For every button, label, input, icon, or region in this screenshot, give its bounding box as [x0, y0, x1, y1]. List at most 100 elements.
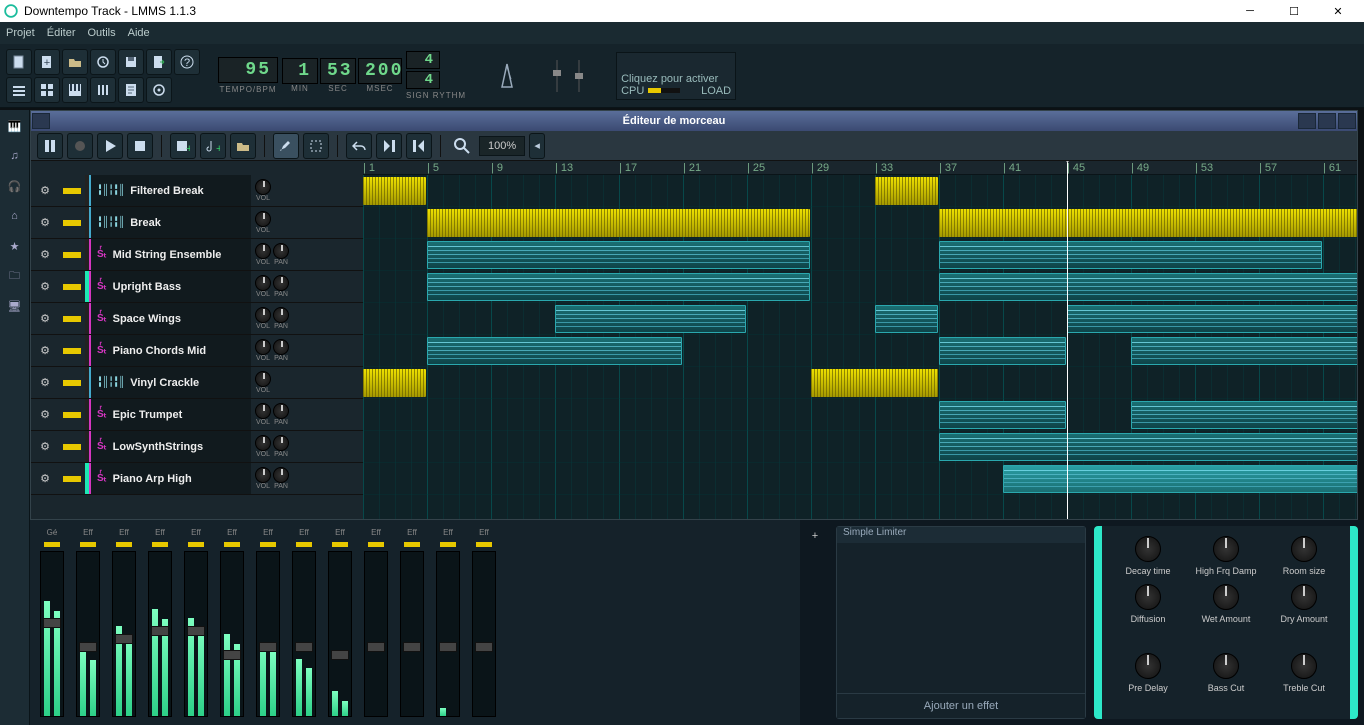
- audio-clip[interactable]: [363, 369, 426, 397]
- record-button[interactable]: [67, 133, 93, 159]
- channel-mute-button[interactable]: [80, 542, 96, 547]
- channel-mute-button[interactable]: [44, 542, 60, 547]
- audio-clip[interactable]: [811, 369, 938, 397]
- controller-rack-button[interactable]: [146, 77, 172, 103]
- mixer-channel[interactable]: Eff: [178, 528, 214, 717]
- volume-knob[interactable]: [255, 403, 271, 419]
- song-editor-close-button[interactable]: [1338, 113, 1356, 129]
- track-settings-button[interactable]: ⚙: [31, 472, 59, 485]
- reverb-knob[interactable]: [1213, 584, 1239, 610]
- track-name-cell[interactable]: ╏║╎╏║Filtered Break: [89, 175, 251, 206]
- channel-fader[interactable]: [472, 551, 496, 717]
- project-notes-button[interactable]: [118, 77, 144, 103]
- zoom-level[interactable]: 100%: [479, 136, 525, 156]
- piano-roll-button[interactable]: [62, 77, 88, 103]
- sidebar-samples-icon[interactable]: ♫: [5, 146, 25, 166]
- add-channel-button[interactable]: +: [812, 530, 818, 542]
- timeline-area[interactable]: | 1| 5| 9| 13| 17| 21| 25| 29| 33| 37| 4…: [363, 161, 1357, 519]
- track-settings-button[interactable]: ⚙: [31, 312, 59, 325]
- volume-knob[interactable]: [255, 275, 271, 291]
- track-settings-button[interactable]: ⚙: [31, 216, 59, 229]
- track-name-cell[interactable]: ╏║╎╏║Break: [89, 207, 251, 238]
- track-mute-button[interactable]: [63, 380, 81, 386]
- midi-clip[interactable]: [427, 337, 682, 365]
- channel-fader[interactable]: [256, 551, 280, 717]
- song-editor-min-button[interactable]: [1298, 113, 1316, 129]
- visualization-panel[interactable]: Cliquez pour activer CPU LOAD: [616, 52, 736, 100]
- channel-fader[interactable]: [40, 551, 64, 717]
- song-editor-menu-icon[interactable]: [32, 113, 50, 129]
- volume-knob[interactable]: [255, 371, 271, 387]
- track-name-cell[interactable]: SͬₜLowSynthStrings: [89, 431, 251, 462]
- midi-clip[interactable]: [427, 241, 810, 269]
- track-name-cell[interactable]: SͬₜMid String Ensemble: [89, 239, 251, 270]
- midi-clip[interactable]: [939, 337, 1066, 365]
- timeline-ruler[interactable]: | 1| 5| 9| 13| 17| 21| 25| 29| 33| 37| 4…: [363, 161, 1357, 175]
- channel-mute-button[interactable]: [152, 542, 168, 547]
- reverb-knob[interactable]: [1135, 653, 1161, 679]
- skip-start-button[interactable]: [406, 133, 432, 159]
- audio-clip[interactable]: [939, 209, 1357, 237]
- track-lane[interactable]: [363, 367, 1357, 399]
- open-project-button[interactable]: [62, 49, 88, 75]
- volume-knob[interactable]: [255, 211, 271, 227]
- channel-fader[interactable]: [76, 551, 100, 717]
- channel-fader[interactable]: [364, 551, 388, 717]
- mixer-channel[interactable]: Eff: [142, 528, 178, 717]
- reverb-knob[interactable]: [1291, 536, 1317, 562]
- channel-fader[interactable]: [220, 551, 244, 717]
- reverb-knob[interactable]: [1213, 653, 1239, 679]
- sidebar-presets-icon[interactable]: 🎧: [5, 176, 25, 196]
- track-settings-button[interactable]: ⚙: [31, 344, 59, 357]
- minimize-button[interactable]: ─: [1228, 0, 1272, 22]
- track-name-cell[interactable]: SͬₜPiano Arp High: [89, 463, 251, 494]
- master-volume-slider[interactable]: [548, 56, 566, 96]
- track-lane[interactable]: [363, 335, 1357, 367]
- reverb-knob[interactable]: [1135, 584, 1161, 610]
- track-mute-button[interactable]: [63, 316, 81, 322]
- fx-mixer-button[interactable]: [90, 77, 116, 103]
- sidebar-favorites-icon[interactable]: ★: [5, 236, 25, 256]
- track-mute-button[interactable]: [63, 220, 81, 226]
- metronome-icon[interactable]: [494, 63, 520, 89]
- track-lane[interactable]: [363, 463, 1357, 495]
- track-mute-button[interactable]: [63, 412, 81, 418]
- track-lane[interactable]: [363, 207, 1357, 239]
- menu-outils[interactable]: Outils: [88, 27, 116, 39]
- pan-knob[interactable]: [273, 435, 289, 451]
- channel-mute-button[interactable]: [260, 542, 276, 547]
- volume-knob[interactable]: [255, 243, 271, 259]
- reverb-knob[interactable]: [1213, 536, 1239, 562]
- track-mute-button[interactable]: [63, 444, 81, 450]
- song-editor-max-button[interactable]: [1318, 113, 1336, 129]
- midi-clip[interactable]: [939, 241, 1322, 269]
- track-name-cell[interactable]: SͬₜUpright Bass: [89, 271, 251, 302]
- add-sample-track-button[interactable]: +: [200, 133, 226, 159]
- channel-fader[interactable]: [292, 551, 316, 717]
- track-name-cell[interactable]: SͬₜPiano Chords Mid: [89, 335, 251, 366]
- channel-mute-button[interactable]: [224, 542, 240, 547]
- new-from-template-button[interactable]: +: [34, 49, 60, 75]
- sidebar-instruments-icon[interactable]: 🎹: [5, 116, 25, 136]
- menu-editer[interactable]: Éditer: [47, 27, 76, 39]
- mixer-channel[interactable]: Eff: [466, 528, 502, 717]
- menu-projet[interactable]: Projet: [6, 27, 35, 39]
- channel-mute-button[interactable]: [404, 542, 420, 547]
- mixer-channel[interactable]: Eff: [322, 528, 358, 717]
- track-lane[interactable]: [363, 303, 1357, 335]
- track-settings-button[interactable]: ⚙: [31, 376, 59, 389]
- mixer-channel[interactable]: Eff: [70, 528, 106, 717]
- play-button[interactable]: [97, 133, 123, 159]
- mixer-channel[interactable]: Eff: [214, 528, 250, 717]
- song-editor-titlebar[interactable]: Éditeur de morceau: [31, 111, 1357, 131]
- close-button[interactable]: ✕: [1316, 0, 1360, 22]
- volume-knob[interactable]: [255, 435, 271, 451]
- pan-knob[interactable]: [273, 307, 289, 323]
- channel-mute-button[interactable]: [188, 542, 204, 547]
- midi-clip[interactable]: [555, 305, 746, 333]
- channel-mute-button[interactable]: [116, 542, 132, 547]
- sidebar-home-icon[interactable]: ⌂: [5, 206, 25, 226]
- track-mute-button[interactable]: [63, 188, 81, 194]
- track-settings-button[interactable]: ⚙: [31, 440, 59, 453]
- zoom-dropdown-button[interactable]: ◂: [529, 133, 545, 159]
